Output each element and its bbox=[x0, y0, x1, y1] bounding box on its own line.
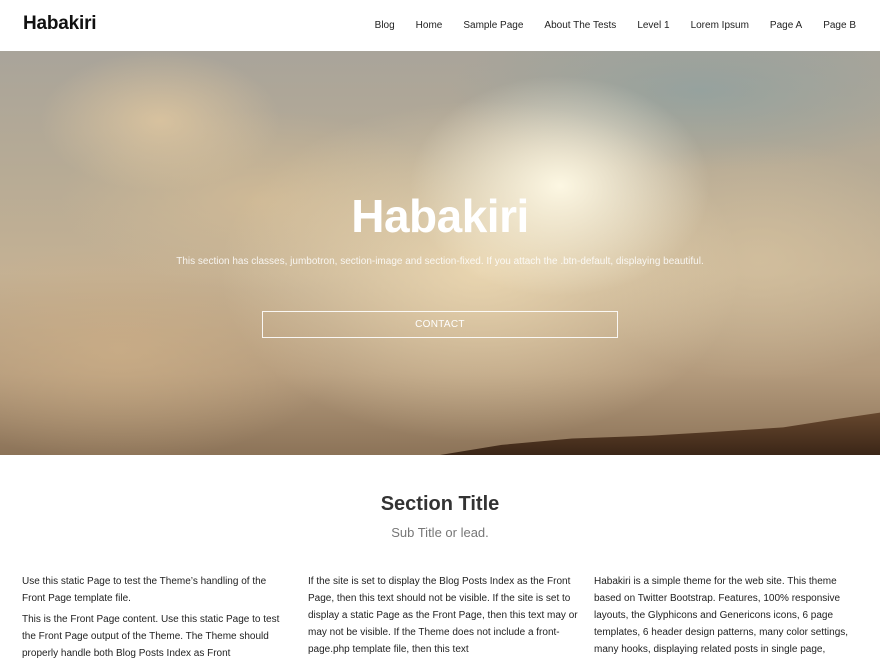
nav-item-page-b[interactable]: Page B bbox=[823, 20, 856, 31]
nav-item-blog[interactable]: Blog bbox=[375, 20, 395, 31]
column-1-paragraph-1: Use this static Page to test the Theme’s… bbox=[22, 576, 267, 604]
hero-jumbotron: Habakiri This section has classes, jumbo… bbox=[0, 51, 880, 455]
column-2-paragraph-1: If the site is set to display the Blog P… bbox=[308, 576, 578, 655]
content-column-1: Use this static Page to test the Theme’s… bbox=[22, 573, 284, 666]
hero-title: Habakiri bbox=[351, 190, 529, 242]
nav-item-level-1[interactable]: Level 1 bbox=[637, 20, 669, 31]
hero-hill-silhouette bbox=[440, 412, 880, 455]
column-3-paragraph-1: Habakiri is a simple theme for the web s… bbox=[594, 576, 849, 655]
nav-item-sample-page[interactable]: Sample Page bbox=[463, 20, 523, 31]
nav-item-home[interactable]: Home bbox=[416, 20, 443, 31]
content-column-3: Habakiri is a simple theme for the web s… bbox=[594, 573, 862, 662]
section-subtitle: Sub Title or lead. bbox=[391, 525, 489, 540]
main-nav: Blog Home Sample Page About The Tests Le… bbox=[354, 0, 856, 51]
hero-description: This section has classes, jumbotron, sec… bbox=[176, 256, 704, 267]
contact-button[interactable]: CONTACT bbox=[262, 311, 618, 338]
content-column-2: If the site is set to display the Blog P… bbox=[308, 573, 578, 662]
section-title: Section Title bbox=[380, 493, 500, 515]
nav-item-lorem-ipsum[interactable]: Lorem Ipsum bbox=[691, 20, 749, 31]
nav-item-page-a[interactable]: Page A bbox=[770, 20, 802, 31]
site-header: Habakiri Blog Home Sample Page About The… bbox=[0, 0, 880, 51]
nav-item-about-the-tests[interactable]: About The Tests bbox=[544, 20, 616, 31]
site-brand[interactable]: Habakiri bbox=[23, 13, 97, 35]
column-1-paragraph-2: This is the Front Page content. Use this… bbox=[22, 614, 280, 659]
